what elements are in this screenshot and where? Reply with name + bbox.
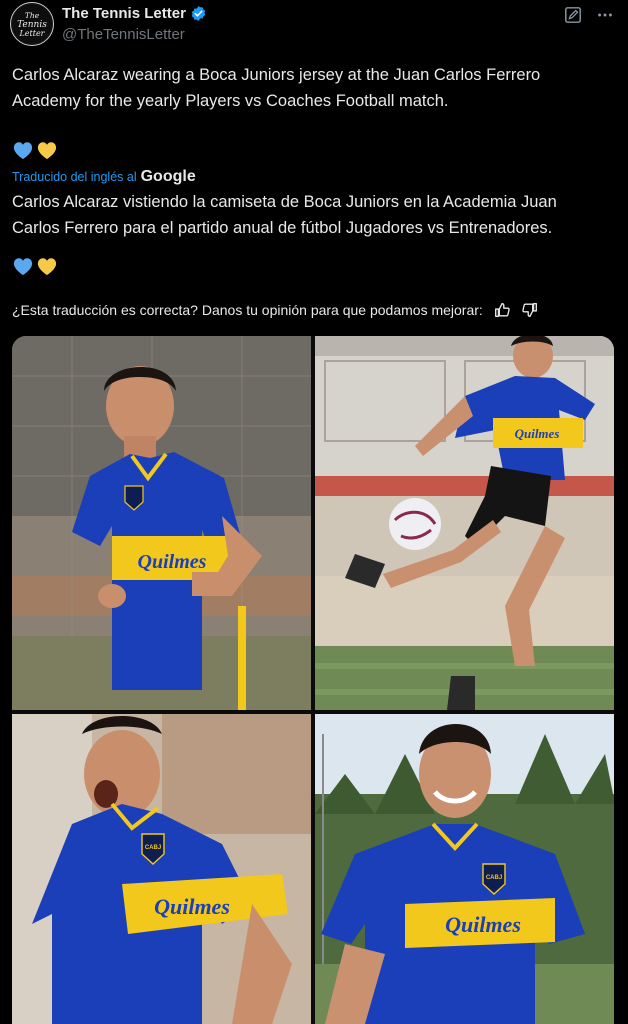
account-name[interactable]: The Tennis Letter bbox=[62, 5, 186, 22]
photo-2[interactable]: Quilmes bbox=[315, 336, 614, 710]
sponsor-text: Quilmes bbox=[445, 912, 521, 937]
sponsor-text: Quilmes bbox=[515, 426, 560, 441]
translated-from-label[interactable]: Traducido del inglés al bbox=[12, 170, 137, 184]
photo-1[interactable]: Quilmes bbox=[12, 336, 311, 710]
avatar[interactable]: The Tennis Letter bbox=[10, 2, 54, 46]
tweet-emojis bbox=[12, 140, 58, 160]
sponsor-text: Quilmes bbox=[138, 551, 207, 573]
media-grid: Quilmes Quilmes Quilmes CABJ Quilmes CAB… bbox=[12, 336, 614, 1024]
account-handle[interactable]: @TheTennisLetter bbox=[62, 26, 185, 43]
more-icon[interactable] bbox=[596, 6, 614, 24]
translated-emojis bbox=[12, 256, 58, 276]
tweet-header: The Tennis Letter The Tennis Letter @The… bbox=[10, 2, 618, 48]
translated-text: Carlos Alcaraz vistiendo la camiseta de … bbox=[12, 193, 557, 237]
crest-text: CABJ bbox=[145, 845, 161, 851]
avatar-logo: The Tennis Letter bbox=[13, 5, 51, 43]
verified-badge-icon bbox=[191, 6, 206, 21]
google-logo: Google bbox=[140, 168, 196, 185]
photo-4[interactable]: Quilmes CABJ bbox=[315, 714, 614, 1024]
avatar-text: The bbox=[25, 11, 40, 20]
feedback-prompt: ¿Esta traducción es correcta? Danos tu o… bbox=[12, 302, 483, 318]
sponsor-text: Quilmes bbox=[154, 894, 230, 919]
thumbs-up-icon[interactable] bbox=[493, 301, 511, 319]
photo-3[interactable]: Quilmes CABJ bbox=[12, 714, 311, 1024]
yellow-heart-icon bbox=[37, 142, 57, 160]
translation-label[interactable]: Traducido del inglés al Google bbox=[12, 168, 196, 186]
translation-feedback: ¿Esta traducción es correcta? Danos tu o… bbox=[12, 301, 539, 319]
blue-heart-icon bbox=[13, 258, 33, 276]
avatar-text: Letter bbox=[18, 29, 45, 38]
tweet-text: Carlos Alcaraz wearing a Boca Juniors je… bbox=[12, 66, 541, 110]
thumbs-down-icon[interactable] bbox=[521, 301, 539, 319]
edit-icon[interactable] bbox=[564, 6, 582, 24]
crest-text: CABJ bbox=[486, 875, 502, 881]
blue-heart-icon bbox=[13, 142, 33, 160]
yellow-heart-icon bbox=[37, 258, 57, 276]
